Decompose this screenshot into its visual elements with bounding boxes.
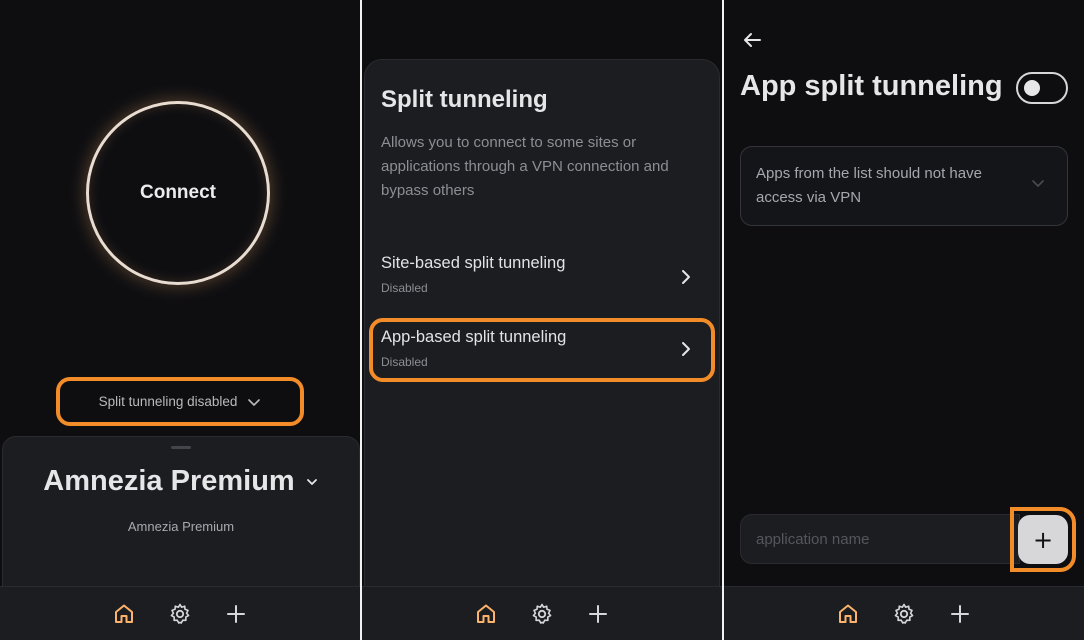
option-title: App-based split tunneling: [381, 328, 567, 346]
split-tunneling-sheet: Split tunneling Allows you to connect to…: [364, 59, 720, 599]
page-title: App split tunneling: [740, 70, 1003, 102]
chevron-right-icon: [675, 266, 697, 288]
split-tunneling-status-label: Split tunneling disabled: [98, 394, 238, 409]
gear-icon[interactable]: [166, 600, 194, 628]
gear-icon[interactable]: [890, 600, 918, 628]
home-icon[interactable]: [472, 600, 500, 628]
chevron-down-icon: [1032, 180, 1044, 187]
app-split-tunneling-toggle[interactable]: [1016, 72, 1068, 104]
bottom-nav: [0, 586, 360, 640]
chevron-down-icon: [306, 479, 317, 486]
app-based-split-tunneling-option[interactable]: App-based split tunneling Disabled: [369, 318, 715, 382]
plus-icon[interactable]: [946, 600, 974, 628]
connect-button[interactable]: Connect: [86, 101, 270, 285]
connect-label: Connect: [140, 182, 216, 203]
app-split-tunneling-screen: App split tunneling Apps from the list s…: [724, 0, 1084, 640]
split-mode-selected: Apps from the list should not have acces…: [756, 165, 982, 206]
bottom-nav: [362, 586, 722, 640]
split-tunneling-status-button[interactable]: Split tunneling disabled: [56, 377, 304, 426]
server-selector[interactable]: Amnezia Premium: [3, 465, 359, 498]
server-sheet[interactable]: Amnezia Premium Amnezia Premium: [2, 436, 360, 598]
page-description: Allows you to connect to some sites or a…: [381, 134, 669, 199]
bottom-nav: [724, 586, 1084, 640]
server-name: Amnezia Premium: [43, 465, 295, 497]
application-name-input[interactable]: [740, 514, 1020, 564]
home-icon[interactable]: [834, 600, 862, 628]
option-status: Disabled: [381, 281, 428, 295]
option-title: Site-based split tunneling: [381, 254, 566, 272]
chevron-down-icon: [248, 398, 261, 406]
back-arrow-icon[interactable]: [740, 28, 764, 52]
add-application-button[interactable]: +: [1018, 515, 1068, 564]
server-subtitle: Amnezia Premium: [127, 519, 235, 534]
chevron-right-icon: [675, 338, 697, 360]
home-icon[interactable]: [110, 600, 138, 628]
split-mode-dropdown[interactable]: Apps from the list should not have acces…: [740, 146, 1068, 226]
drag-handle[interactable]: [171, 446, 191, 449]
option-status: Disabled: [381, 355, 428, 369]
site-based-split-tunneling-option[interactable]: Site-based split tunneling Disabled: [369, 246, 715, 310]
gear-icon[interactable]: [528, 600, 556, 628]
toggle-knob: [1024, 80, 1040, 96]
home-screen: Connect Split tunneling disabled Amnezia…: [0, 0, 360, 640]
plus-icon[interactable]: [222, 600, 250, 628]
plus-icon[interactable]: [584, 600, 612, 628]
page-title: Split tunneling: [381, 86, 548, 113]
add-application-highlight: +: [1010, 507, 1076, 572]
split-tunneling-screen: Split tunneling Allows you to connect to…: [362, 0, 722, 640]
